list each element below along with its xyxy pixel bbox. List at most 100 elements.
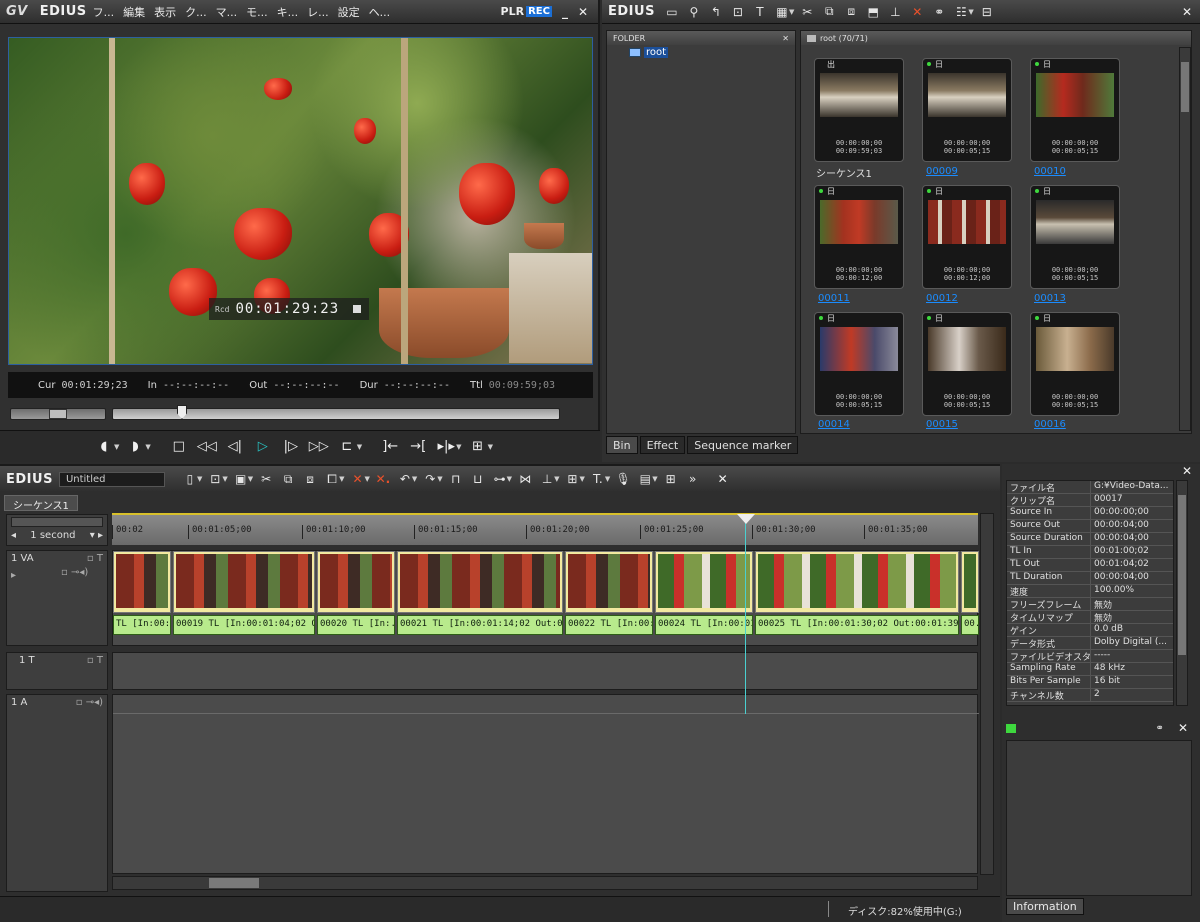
video-clip[interactable] [113,551,171,613]
property-row[interactable]: ゲイン 0.0 dB [1007,624,1173,637]
video-clip[interactable] [565,551,653,613]
clip-name[interactable]: シーケンス1 [816,165,872,180]
scale-left-icon[interactable]: ◂ [11,530,16,541]
track-va[interactable]: TL [In:00: 00019 TL [In:00:01:04;02 Out:… [112,550,979,646]
copy-icon[interactable]: ⧉ [277,470,299,488]
clip-thumbnail[interactable]: 日 00:00:00;00 00:00:12;00 [922,185,1012,289]
menu-mode[interactable]: モ... [246,4,268,20]
split-icon[interactable]: ⋈ [514,470,536,488]
timescale-label[interactable]: 1 second [30,530,75,541]
property-row[interactable]: ファイル名 G:¥Video-Data... [1007,481,1173,494]
clip-name[interactable]: 00011 [818,293,850,304]
folder-icon[interactable]: ▭ [661,3,683,21]
position-handle[interactable] [177,405,187,419]
copy-icon[interactable]: ⧉ [818,3,840,21]
property-row[interactable]: Bits Per Sample 16 bit [1007,676,1173,689]
track-lock-icon[interactable]: ▫ T [87,553,103,564]
tab-bin[interactable]: Bin [606,436,638,454]
scroll-thumb[interactable] [1181,62,1189,112]
time-ruler[interactable]: 00:02 00:01:05;00 00:01:10;00 00:01:15;0… [112,513,978,545]
timeline-close-icon[interactable]: ✕ [718,472,728,486]
track-a[interactable] [112,694,979,874]
property-row[interactable]: Sampling Rate 48 kHz [1007,663,1173,676]
clip-view-scrollbar[interactable] [1179,47,1191,431]
menu-help[interactable]: ヘ... [369,4,391,20]
video-clip[interactable] [755,551,959,613]
jog-slider[interactable] [10,408,106,420]
clip-thumbnail[interactable]: 日 00:00:00;00 00:00:05;15 [922,312,1012,416]
more-icon[interactable]: » [682,470,704,488]
mic-icon[interactable]: 🎙 [612,470,634,488]
menu-edit[interactable]: 編集 [123,4,145,20]
clip-thumbnail[interactable]: 日 00:00:00;00 00:00:05;15 [1030,312,1120,416]
tab-information[interactable]: Information [1006,898,1084,915]
menu-render[interactable]: レ... [307,4,329,20]
clip-name[interactable]: 00013 [1034,293,1066,304]
video-clip[interactable] [173,551,315,613]
play-icon[interactable]: ▷ [249,435,277,459]
property-row[interactable]: チャンネル数 2 [1007,689,1173,702]
search-icon[interactable]: ⚲ [683,3,705,21]
clip-thumbnail[interactable]: 日 00:00:00;00 00:00:12;00 [814,185,904,289]
send-to-player-icon[interactable]: ⬒ [862,3,884,21]
position-slider[interactable] [112,405,560,420]
audio-clip[interactable]: 00... [961,615,979,635]
clip-thumbnail[interactable]: 日 00:00:00;00 00:00:05;15 [922,58,1012,162]
up-folder-icon[interactable]: ↰ [705,3,727,21]
add-clip-icon[interactable]: ⊡ [727,3,749,21]
menu-clip[interactable]: ク... [185,4,207,20]
video-clip[interactable] [961,551,979,613]
video-clip[interactable] [317,551,395,613]
timeline-hscroll[interactable] [112,876,978,890]
set-out-icon[interactable]: ⊔ [467,470,489,488]
clip-name[interactable]: 00016 [1034,419,1066,430]
sequence-tab[interactable]: シーケンス1 [4,495,78,512]
track-header-va[interactable]: 1 VA ▫ T ▸ ▫ ⊸◂) [6,550,108,646]
property-row[interactable]: TL In 00:01:00;02 [1007,546,1173,559]
property-row[interactable]: TL Duration 00:00:04;00 [1007,572,1173,585]
audio-clip[interactable]: TL [In:00: [113,615,171,635]
paste-icon[interactable]: ⧈ [840,3,862,21]
plr-button[interactable]: PLR [501,5,525,18]
clip-name[interactable]: 00012 [926,293,958,304]
delete-icon[interactable]: ✕ [906,3,928,21]
menu-capture[interactable]: キ... [277,4,299,20]
rewind-icon[interactable]: ◁◁ [193,435,221,459]
clip-name[interactable]: 00015 [926,419,958,430]
track-header-a[interactable]: 1 A ▫ ⊸◂) [6,694,108,892]
menu-settings[interactable]: 設定 [338,4,360,20]
playhead-handle[interactable] [737,514,755,524]
menu-view[interactable]: 表示 [154,4,176,20]
audio-mute-icon[interactable]: ▫ ⊸◂) [61,567,103,578]
clip-name[interactable]: 00014 [818,419,850,430]
property-scrollbar[interactable] [1176,480,1188,706]
set-in-icon[interactable]: ⊓ [445,470,467,488]
property-row[interactable]: フリーズフレーム 無効 [1007,598,1173,611]
step-forward-icon[interactable]: |▷ [277,435,305,459]
audio-clip[interactable]: 00021 TL [In:00:01:14;02 Out:00:... [397,615,563,635]
folder-close-icon[interactable]: ✕ [782,34,789,43]
audio-clip[interactable]: 00020 TL [In:... [317,615,395,635]
audio-clip[interactable]: 00022 TL [In:00:... [565,615,653,635]
track-header-t[interactable]: 1 T ▫ T [6,652,108,690]
zoom-slider[interactable] [11,517,103,527]
rec-button[interactable]: REC [526,6,552,17]
audio-clip[interactable]: 00025 TL [In:00:01:30;02 Out:00:01:39;02… [755,615,959,635]
fast-forward-icon[interactable]: ▷▷ [305,435,333,459]
stop-icon[interactable]: □ [165,435,193,459]
property-row[interactable]: Source In 00:00:00;00 [1007,507,1173,520]
add-to-timeline-icon[interactable]: ⊥ [884,3,906,21]
close-icon[interactable]: ✕ [578,5,588,19]
paste-icon[interactable]: ⧈ [299,470,321,488]
overwrite-icon[interactable]: →[ [404,435,432,459]
property-row[interactable]: Source Duration 00:00:04;00 [1007,533,1173,546]
audio-clip[interactable]: 00024 TL [In:00:01... [655,615,753,635]
properties-icon[interactable]: ⚭ [1156,723,1164,734]
tab-effect[interactable]: Effect [639,436,686,454]
property-row[interactable]: タイムリマップ 無効 [1007,611,1173,624]
menu-file[interactable]: フ... [93,4,115,20]
track-lock-icon[interactable]: ▫ T [87,655,103,666]
scale-dropdown-icon[interactable]: ▾ ▸ [90,530,103,541]
layout-icon[interactable]: ⊞ [660,470,682,488]
effect-delete-icon[interactable]: ✕ [1178,721,1188,735]
